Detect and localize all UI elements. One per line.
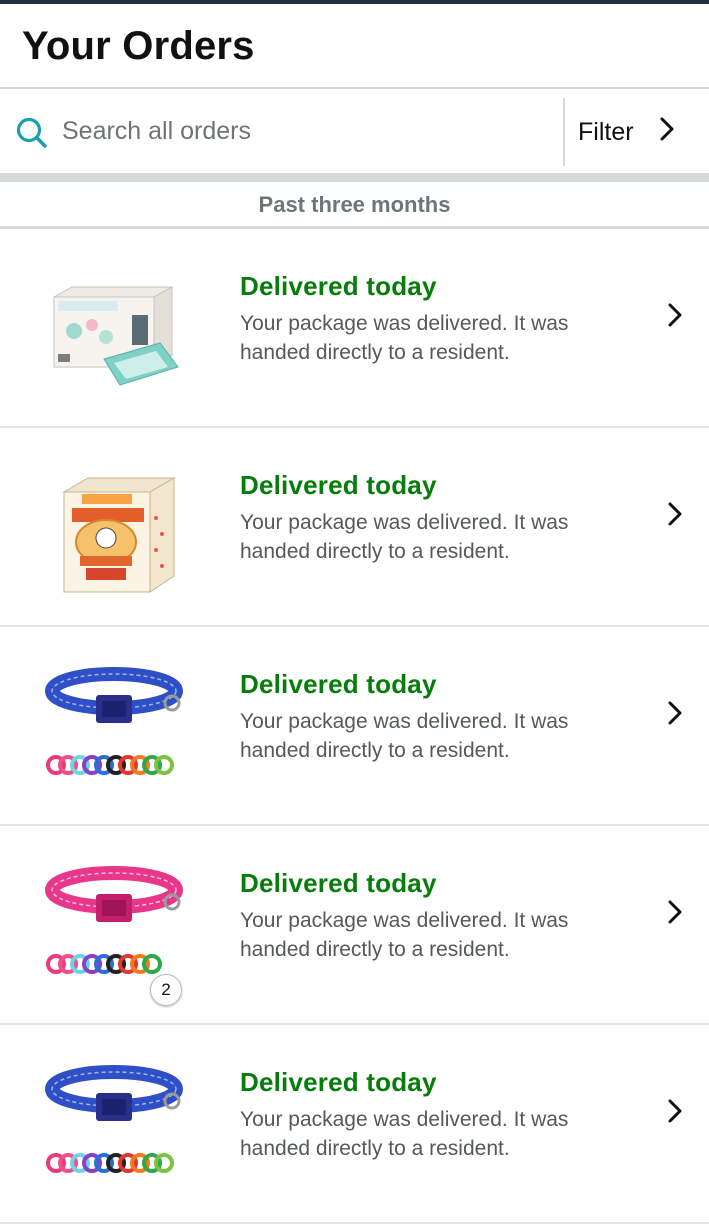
order-row[interactable]: Delivered today Your package was deliver… [0,229,709,428]
product-image-blue-collar [45,667,183,775]
section-header: Past three months [258,192,451,217]
quantity-badge: 2 [150,974,182,1006]
delivery-status: Delivered today [240,1067,437,1097]
delivery-detail: Your package was delivered. It was hande… [240,511,569,563]
top-status-bar [0,0,709,4]
search-input[interactable] [62,111,552,151]
chevron-right-icon [668,701,682,725]
order-row[interactable]: Delivered today Your package was deliver… [0,627,709,826]
section-band [0,173,709,182]
collar-color-swatches [46,1153,174,1173]
delivery-status: Delivered today [240,669,437,699]
delivery-detail: Your package was delivered. It was hande… [240,1108,569,1160]
product-image-pet-pads [62,477,176,593]
filter-button[interactable]: Filter [565,89,709,173]
delivery-status: Delivered today [240,271,437,301]
chevron-right-icon [668,502,682,526]
filter-label: Filter [578,118,634,146]
product-image-blue-collar [45,1065,183,1173]
order-list: Delivered today Your package was deliver… [0,229,709,1224]
delivery-status: Delivered today [240,470,437,500]
product-image-baby-wipes [52,286,179,386]
order-row[interactable]: Delivered today Your package was deliver… [0,428,709,627]
delivery-detail: Your package was delivered. It was hande… [240,312,569,364]
chevron-right-icon [668,303,682,327]
delivery-detail: Your package was delivered. It was hande… [240,909,569,961]
collar-color-swatches [46,954,162,974]
order-row[interactable]: 2 Delivered today Your package was deliv… [0,826,709,1025]
chevron-right-icon [668,900,682,924]
order-row[interactable]: Delivered today Your package was deliver… [0,1025,709,1224]
page-title: Your Orders [22,24,255,68]
search-bar: Filter [0,89,709,173]
delivery-detail: Your package was delivered. It was hande… [240,710,569,762]
search-icon[interactable] [14,115,48,149]
chevron-right-icon [660,117,674,141]
chevron-right-icon [668,1099,682,1123]
delivery-status: Delivered today [240,868,437,898]
collar-color-swatches [46,755,174,775]
